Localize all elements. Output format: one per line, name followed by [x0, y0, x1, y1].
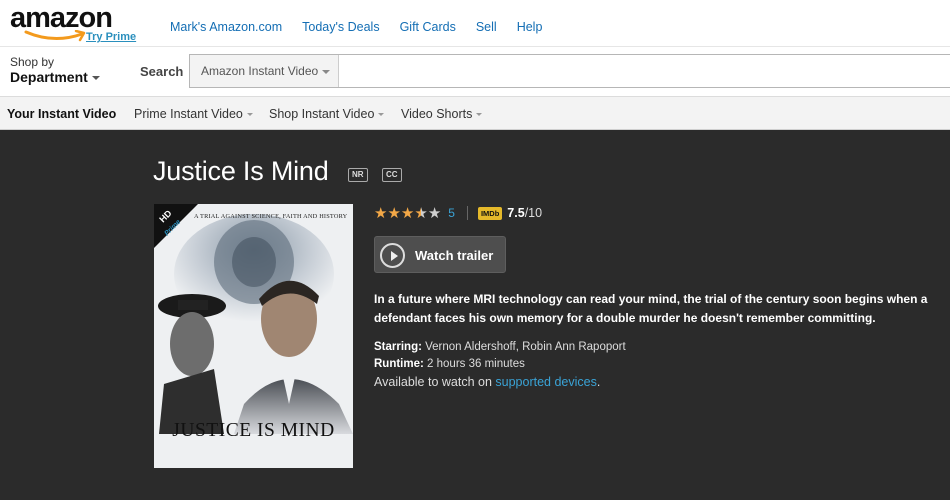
availability-text: Available to watch on: [374, 375, 492, 389]
star-full-icon: ★: [374, 204, 388, 222]
star-rating[interactable]: ★ ★ ★ ★ ★: [374, 206, 441, 221]
runtime-row: Runtime: 2 hours 36 minutes: [374, 358, 525, 370]
star-half-icon: ★: [414, 204, 428, 222]
watch-trailer-button[interactable]: Watch trailer: [374, 236, 506, 273]
watch-trailer-label: Watch trailer: [415, 248, 494, 263]
nav-link-help[interactable]: Help: [517, 20, 543, 34]
movie-synopsis: In a future where MRI technology can rea…: [374, 292, 928, 325]
search-department-value: Amazon Instant Video: [201, 64, 319, 78]
poster-tagline: A TRIAL AGAINST SCIENCE, FAITH AND HISTO…: [194, 213, 348, 220]
smile-arrow-icon: [24, 30, 86, 42]
review-count-link[interactable]: 5: [448, 206, 455, 220]
subnav-prime-instant-video[interactable]: Prime Instant Video: [134, 107, 253, 121]
imdb-logo: IMDb: [477, 206, 503, 220]
rating-badge: NR: [348, 168, 368, 182]
search-department-dropdown[interactable]: Amazon Instant Video: [190, 55, 339, 87]
chevron-down-icon: [322, 69, 331, 74]
star-full-icon: ★: [387, 204, 401, 222]
runtime-label: Runtime:: [374, 358, 424, 370]
nav-link-gift-cards[interactable]: Gift Cards: [400, 20, 456, 34]
chevron-down-icon: [91, 76, 100, 81]
imdb-max: /10: [524, 206, 543, 220]
top-header: amazon Try Prime Mark's Amazon.com Today…: [0, 0, 950, 46]
play-icon: [380, 243, 405, 268]
search-bar-row: Shop by Department Search Amazon Instant…: [0, 46, 950, 96]
star-empty-icon: ★: [427, 204, 442, 222]
imdb-score: 7.5: [507, 206, 525, 220]
search-label: Search: [140, 64, 184, 79]
chevron-down-icon: [476, 113, 483, 117]
starring-label: Starring:: [374, 341, 422, 353]
department-label: Department: [10, 69, 88, 85]
movie-poster: A TRIAL AGAINST SCIENCE, FAITH AND HISTO…: [154, 204, 353, 468]
availability-row: Available to watch on supported devices.: [374, 375, 600, 389]
nav-link-todays-deals[interactable]: Today's Deals: [302, 20, 379, 34]
movie-detail-panel: Justice Is Mind NR CC A TRIAL AGAINST SC…: [0, 130, 950, 500]
chevron-down-icon: [378, 113, 385, 117]
supported-devices-link[interactable]: supported devices: [495, 375, 596, 389]
poster-title: JUSTICE IS MIND: [172, 420, 335, 441]
chevron-down-icon: [246, 113, 253, 117]
starring-value: Vernon Aldershoff, Robin Ann Rapoport: [425, 341, 626, 353]
instant-video-subnav: Your Instant Video Prime Instant Video S…: [0, 96, 950, 130]
subnav-video-shorts[interactable]: Video Shorts: [401, 107, 483, 121]
top-nav-links: Mark's Amazon.com Today's Deals Gift Car…: [170, 20, 562, 34]
search-box: Amazon Instant Video: [189, 54, 950, 88]
shop-by-department-menu[interactable]: Shop by Department: [10, 56, 100, 86]
runtime-value: 2 hours 36 minutes: [427, 358, 525, 370]
divider: [466, 206, 468, 220]
hd-prime-corner-badge: HD Prime: [154, 204, 198, 248]
subnav-your-instant-video[interactable]: Your Instant Video: [7, 107, 116, 121]
subnav-label: Prime Instant Video: [134, 107, 243, 121]
availability-period: .: [596, 375, 601, 389]
cc-badge: CC: [382, 168, 402, 182]
movie-title: Justice Is Mind: [153, 156, 329, 186]
rating-row: ★ ★ ★ ★ ★ 5 IMDb 7.5/10: [374, 205, 542, 221]
subnav-label: Shop Instant Video: [269, 107, 375, 121]
nav-link-your-amazon[interactable]: Mark's Amazon.com: [170, 20, 282, 34]
star-full-icon: ★: [400, 204, 415, 222]
starring-row: Starring: Vernon Aldershoff, Robin Ann R…: [374, 341, 626, 353]
shop-by-label: Shop by: [10, 55, 55, 69]
subnav-shop-instant-video[interactable]: Shop Instant Video: [269, 107, 385, 121]
nav-link-sell[interactable]: Sell: [476, 20, 497, 34]
search-input[interactable]: [340, 55, 950, 87]
amazon-logo[interactable]: amazon Try Prime: [10, 2, 140, 44]
try-prime-link[interactable]: Try Prime: [86, 31, 136, 43]
subnav-label: Video Shorts: [401, 107, 473, 121]
